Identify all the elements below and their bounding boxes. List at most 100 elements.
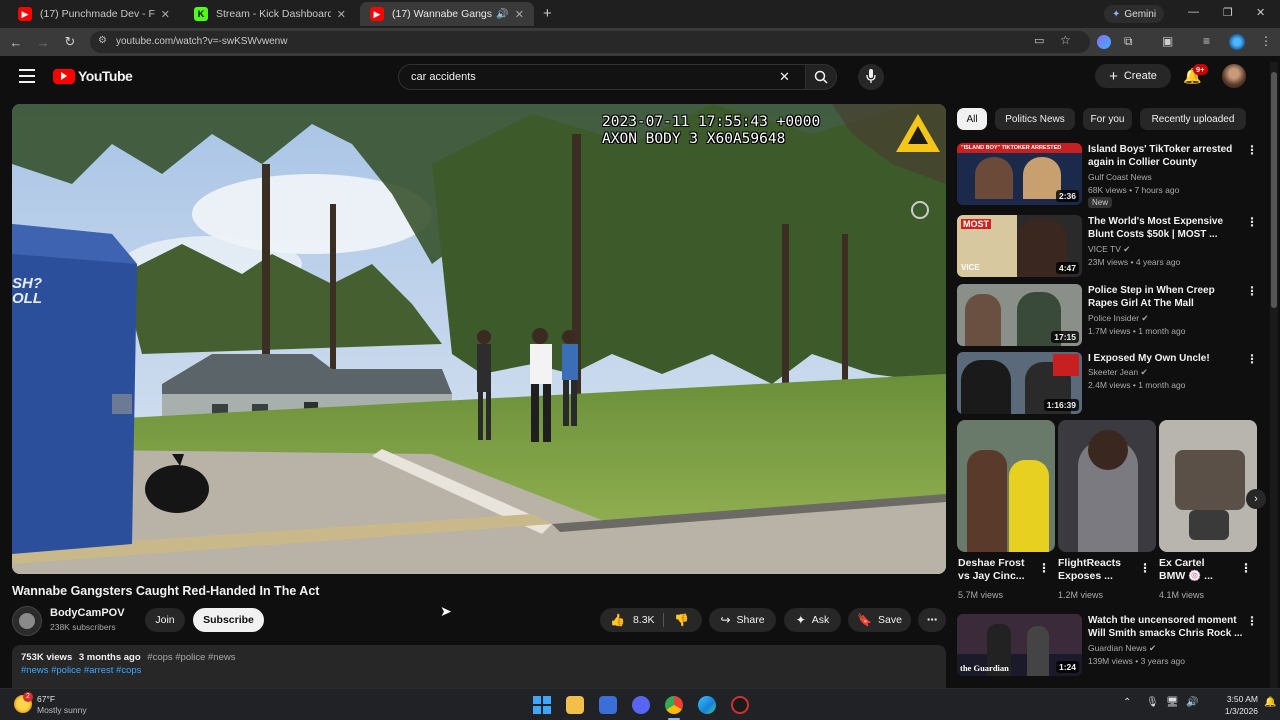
split-view-icon[interactable]: ▣ xyxy=(1162,34,1173,48)
like-count[interactable]: 8.3K xyxy=(633,614,655,626)
thumbs-up-icon[interactable]: 👍 xyxy=(610,613,625,627)
search-button[interactable] xyxy=(805,64,837,90)
hamburger-menu-icon[interactable] xyxy=(19,69,35,83)
video-thumbnail[interactable]: "ISLAND BOY" TIKTOKER ARRESTED 2:36 xyxy=(957,143,1082,205)
short-thumbnail[interactable] xyxy=(1159,420,1257,552)
related-video[interactable]: the Guardian 1:24 Watch the uncensored m… xyxy=(957,614,1272,676)
search-input[interactable]: car accidents ✕ xyxy=(398,64,806,90)
ask-button[interactable]: ✦ Ask xyxy=(784,608,841,632)
more-options-icon[interactable]: ⋮ xyxy=(1246,284,1258,298)
short-thumbnail[interactable] xyxy=(957,420,1055,552)
close-tab-icon[interactable]: ✕ xyxy=(515,8,524,21)
chip-recently-uploaded[interactable]: Recently uploaded xyxy=(1140,108,1246,130)
chip-all[interactable]: All xyxy=(957,108,987,130)
related-channel[interactable]: Guardian News ✔ xyxy=(1088,643,1156,654)
file-explorer-icon[interactable] xyxy=(566,696,584,714)
voice-search-button[interactable] xyxy=(858,64,884,90)
video-player[interactable]: 2023-07-11 17:55:43 +0000 AXON BODY 3 X6… xyxy=(12,104,946,574)
close-tab-icon[interactable]: ✕ xyxy=(161,8,170,21)
short-title[interactable]: FlightReacts Exposes ... xyxy=(1058,557,1138,583)
close-window-icon[interactable]: ✕ xyxy=(1256,6,1265,19)
scrollbar-thumb[interactable] xyxy=(1271,72,1277,308)
thumbs-down-icon[interactable]: 👎 xyxy=(674,613,689,627)
cast-icon[interactable]: ▭ xyxy=(1034,34,1044,47)
more-options-icon[interactable]: ⋮ xyxy=(1246,215,1258,229)
video-thumbnail[interactable]: 17:15 xyxy=(957,284,1082,346)
browser-tab-punchmade[interactable]: ▶ (17) Punchmade Dev - Financia ✕ xyxy=(8,2,180,26)
browser-menu-icon[interactable]: ⋮ xyxy=(1260,34,1272,48)
network-icon[interactable]: 🖥 xyxy=(1166,697,1179,708)
gemini-button[interactable]: ✦ Gemini xyxy=(1104,5,1165,23)
related-video-title[interactable]: The World's Most Expensive Blunt Costs $… xyxy=(1088,215,1243,241)
channel-avatar[interactable] xyxy=(12,606,42,636)
create-button[interactable]: + Create xyxy=(1095,64,1171,88)
join-button[interactable]: Join xyxy=(145,608,185,632)
related-video[interactable]: 1:16:39 I Exposed My Own Uncle! Skeeter … xyxy=(957,352,1272,414)
related-video-title[interactable]: Watch the uncensored moment Will Smith s… xyxy=(1088,614,1243,640)
more-options-icon[interactable]: ⋮ xyxy=(1246,143,1258,157)
youtube-logo[interactable]: YouTube xyxy=(53,68,133,84)
browser-tab-kick[interactable]: K Stream - Kick Dashboard ✕ xyxy=(184,2,356,26)
related-video[interactable]: MOST VICE 4:47 The World's Most Expensiv… xyxy=(957,215,1272,279)
close-tab-icon[interactable]: ✕ xyxy=(337,8,346,21)
browser-tab-wannabe[interactable]: ▶ (17) Wannabe Gangsters Ca 🔊 ✕ xyxy=(360,2,534,26)
chrome-icon[interactable] xyxy=(665,696,683,714)
show-hidden-icons[interactable]: ⌃ xyxy=(1123,697,1131,708)
obs-icon[interactable] xyxy=(731,696,749,714)
windows-start-icon[interactable] xyxy=(533,696,551,714)
short-title[interactable]: Ex Cartel BMW 🍥 ... xyxy=(1159,557,1225,583)
short-title[interactable]: Deshae Frost vs Jay Cinc... xyxy=(958,557,1038,583)
more-options-icon[interactable]: ⋮ xyxy=(1139,561,1151,575)
short-thumbnail[interactable] xyxy=(1058,420,1156,552)
related-video[interactable]: 17:15 Police Step in When Creep Rapes Gi… xyxy=(957,284,1272,346)
extensions-puzzle-icon[interactable]: ⧉ xyxy=(1124,34,1133,49)
edge-icon[interactable] xyxy=(698,696,716,714)
related-channel[interactable]: VICE TV ✔ xyxy=(1088,244,1130,255)
clear-search-icon[interactable]: ✕ xyxy=(779,69,790,85)
shorts-next-arrow-icon[interactable]: › xyxy=(1246,489,1266,509)
related-video-title[interactable]: I Exposed My Own Uncle! xyxy=(1088,352,1243,365)
video-thumbnail[interactable]: MOST VICE 4:47 xyxy=(957,215,1082,277)
new-tab-icon[interactable]: + xyxy=(543,5,552,22)
media-control-icon[interactable]: ≡ xyxy=(1203,34,1210,48)
related-video-title[interactable]: Police Step in When Creep Rapes Girl At … xyxy=(1088,284,1243,310)
page-scrollbar[interactable] xyxy=(1270,62,1278,688)
related-video[interactable]: "ISLAND BOY" TIKTOKER ARRESTED 2:36 Isla… xyxy=(957,143,1272,209)
save-button[interactable]: 🔖 Save xyxy=(848,608,911,632)
volume-icon[interactable]: 🔊 xyxy=(1186,697,1198,708)
account-avatar[interactable] xyxy=(1222,64,1246,88)
profile-avatar[interactable] xyxy=(1229,34,1245,50)
bookmark-star-icon[interactable]: ☆ xyxy=(1060,33,1071,47)
weather-temp[interactable]: 67°F xyxy=(37,694,55,704)
video-thumbnail[interactable]: 1:16:39 xyxy=(957,352,1082,414)
video-thumbnail[interactable]: the Guardian 1:24 xyxy=(957,614,1082,676)
more-options-icon[interactable]: ⋮ xyxy=(1240,561,1252,575)
more-actions-icon[interactable]: ⋯ xyxy=(918,608,946,632)
related-channel[interactable]: Skeeter Jean ✔ xyxy=(1088,367,1148,378)
chip-politics-news[interactable]: Politics News xyxy=(995,108,1075,130)
related-video-title[interactable]: Island Boys' TikToker arrested again in … xyxy=(1088,143,1243,169)
share-button[interactable]: ↪ Share xyxy=(709,608,776,632)
related-channel[interactable]: Gulf Coast News xyxy=(1088,172,1152,182)
audio-playing-icon[interactable]: 🔊 xyxy=(496,9,508,20)
extension-icon[interactable] xyxy=(1097,35,1111,49)
notification-center-icon[interactable]: 🔔 xyxy=(1264,697,1276,708)
forward-arrow-icon[interactable]: → xyxy=(35,34,51,50)
subscribe-button[interactable]: Subscribe xyxy=(193,608,264,632)
back-arrow-icon[interactable]: ← xyxy=(8,34,24,50)
site-info-icon[interactable]: ⚙ xyxy=(98,35,107,46)
calendar-app-icon[interactable] xyxy=(599,696,617,714)
microphone-tray-icon[interactable]: 🎙 xyxy=(1146,697,1159,708)
restore-icon[interactable]: ❐ xyxy=(1223,6,1233,19)
hashtag-links[interactable]: #news #police #arrest #cops xyxy=(21,665,141,676)
discord-icon[interactable] xyxy=(632,696,650,714)
more-options-icon[interactable]: ⋮ xyxy=(1246,352,1258,366)
address-bar[interactable]: ⚙ youtube.com/watch?v=-swKSWvwenw ▭ ☆ xyxy=(90,31,1090,53)
description-box[interactable]: 753K views 3 months ago #cops #police #n… xyxy=(12,645,946,688)
more-options-icon[interactable]: ⋮ xyxy=(1038,561,1050,575)
minimize-icon[interactable]: — xyxy=(1188,6,1199,18)
clock[interactable]: 3:50 AM 1/3/2026 xyxy=(1200,693,1258,717)
related-channel[interactable]: Police Insider ✔ xyxy=(1088,313,1149,324)
chip-for-you[interactable]: For you xyxy=(1083,108,1132,130)
more-options-icon[interactable]: ⋮ xyxy=(1246,614,1258,628)
